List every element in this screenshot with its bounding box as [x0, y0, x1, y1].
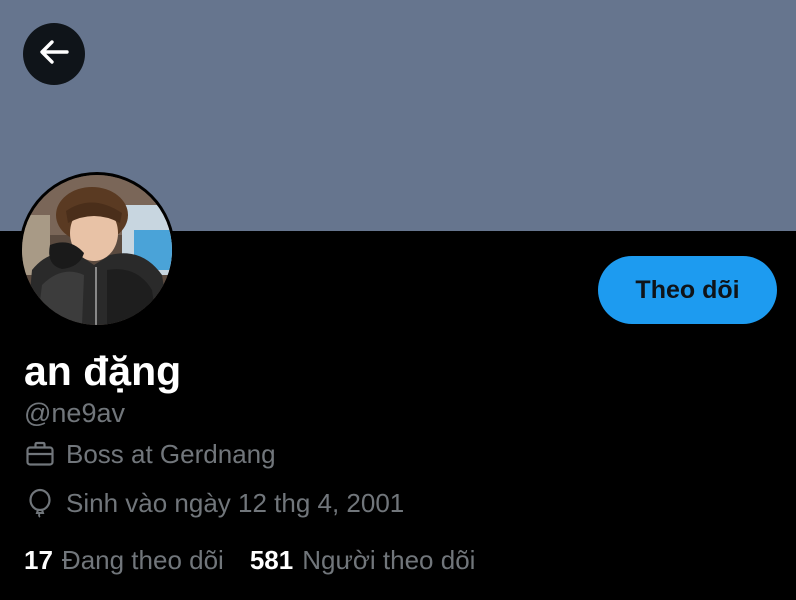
follow-stats: 17 Đang theo dõi 581 Người theo dõi	[24, 543, 475, 577]
followers-count: 581	[249, 545, 294, 575]
briefcase-icon	[24, 438, 56, 470]
back-button[interactable]	[23, 23, 85, 85]
following-count: 17	[24, 545, 53, 575]
avatar[interactable]	[19, 172, 175, 328]
birthday-text: Sinh vào ngày 12 thg 4, 2001	[66, 488, 405, 518]
arrow-left-icon	[37, 35, 71, 74]
user-handle: @ne9av	[24, 398, 125, 428]
follow-button[interactable]: Theo dõi	[598, 256, 777, 324]
followers-label: Người theo dõi	[302, 545, 476, 575]
job-text: Boss at Gerdnang	[66, 439, 276, 469]
job-info: Boss at Gerdnang	[24, 438, 276, 470]
following-label: Đang theo dõi	[61, 545, 224, 575]
display-name: an đặng	[24, 348, 182, 394]
balloon-icon	[24, 487, 56, 519]
following-stat[interactable]: 17 Đang theo dõi	[24, 543, 224, 577]
followers-stat[interactable]: 581 Người theo dõi	[250, 543, 476, 577]
birthday-info: Sinh vào ngày 12 thg 4, 2001	[24, 487, 404, 519]
